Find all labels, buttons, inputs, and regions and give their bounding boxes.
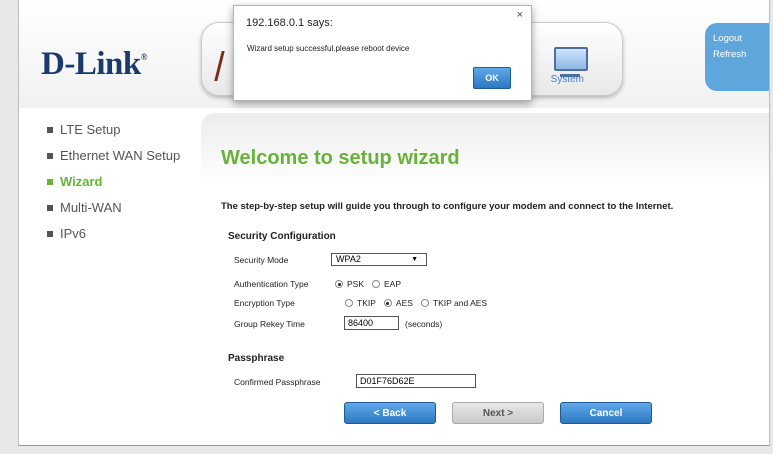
auth-psk-radio[interactable] — [335, 280, 343, 288]
security-mode-select[interactable]: WPA2 ▼ — [331, 253, 427, 266]
enc-tkip-aes-radio[interactable] — [420, 299, 429, 307]
sidebar-item-multi-wan[interactable]: Multi-WAN — [47, 195, 207, 221]
auth-eap-radio[interactable] — [372, 280, 381, 288]
encryption-type-label: Encryption Type — [234, 298, 295, 308]
group-rekey-label: Group Rekey Time — [234, 319, 305, 329]
bullet-icon — [47, 179, 53, 185]
sidebar-item-ethernet-wan-setup[interactable]: Ethernet WAN Setup — [47, 143, 207, 169]
confirmed-passphrase-label: Confirmed Passphrase — [234, 377, 321, 387]
account-panel: Logout Refresh — [705, 23, 769, 91]
enc-aes-radio[interactable] — [383, 299, 392, 307]
security-mode-label: Security Mode — [234, 255, 289, 265]
close-icon[interactable]: × — [517, 9, 523, 21]
monitor-icon[interactable] — [554, 47, 588, 77]
dlink-logo: D-Link® — [41, 46, 147, 82]
auth-type-group: PSK EAP — [335, 279, 409, 289]
page-title: Welcome to setup wizard — [221, 147, 460, 169]
auth-type-label: Authentication Type — [234, 279, 309, 289]
bullet-icon — [47, 205, 53, 211]
group-rekey-input[interactable]: 86400 — [344, 316, 399, 330]
bullet-icon — [47, 127, 53, 133]
sidebar-item-lte-setup[interactable]: LTE Setup — [47, 117, 207, 143]
sidebar: LTE Setup Ethernet WAN Setup Wizard Mult… — [47, 117, 207, 247]
alert-dialog: 192.168.0.1 says: × Wizard setup success… — [233, 5, 532, 101]
bullet-icon — [47, 153, 53, 159]
logout-link[interactable]: Logout — [713, 33, 769, 44]
nav-system-tab[interactable]: System — [551, 74, 584, 85]
dialog-message: Wizard setup successful.please reboot de… — [247, 44, 410, 53]
sidebar-item-wizard[interactable]: Wizard — [47, 169, 207, 195]
cancel-button[interactable]: Cancel — [560, 402, 652, 424]
confirmed-passphrase-input[interactable]: D01F76D62E — [356, 374, 476, 388]
encryption-type-group: TKIP AES TKIP and AES — [345, 298, 495, 308]
rekey-unit-label: (seconds) — [405, 319, 443, 329]
enc-tkip-radio[interactable] — [345, 299, 353, 307]
next-button[interactable]: Next > — [452, 402, 544, 424]
passphrase-heading: Passphrase — [228, 353, 285, 364]
refresh-link[interactable]: Refresh — [713, 49, 769, 60]
nav-tool-icon[interactable] — [214, 51, 231, 81]
intro-text: The step-by-step setup will guide you th… — [221, 201, 674, 212]
dialog-title: 192.168.0.1 says: — [246, 17, 333, 29]
ok-button[interactable]: OK — [473, 67, 511, 89]
sidebar-item-ipv6[interactable]: IPv6 — [47, 221, 207, 247]
dropdown-arrow-icon: ▼ — [411, 256, 418, 263]
security-heading: Security Configuration — [228, 231, 336, 242]
security-mode-value: WPA2 — [336, 254, 361, 264]
main-content: Welcome to setup wizard The step-by-step… — [201, 113, 769, 445]
bullet-icon — [47, 231, 53, 237]
back-button[interactable]: < Back — [344, 402, 436, 424]
